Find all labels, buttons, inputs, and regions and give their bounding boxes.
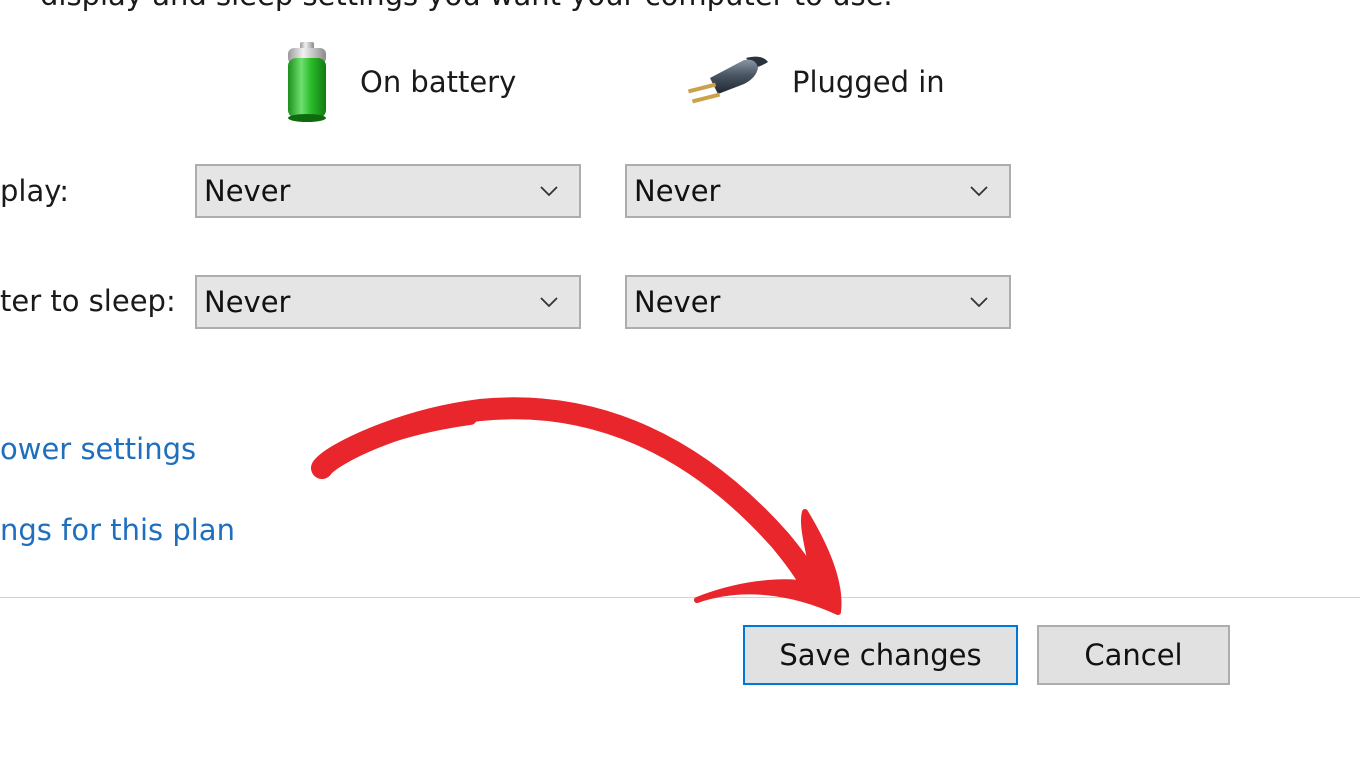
on-battery-label: On battery xyxy=(360,65,517,99)
dropdown-value: Never xyxy=(634,285,721,319)
sleep-label: ter to sleep: xyxy=(0,284,176,318)
plugged-in-label: Plugged in xyxy=(792,65,945,99)
dropdown-value: Never xyxy=(204,174,291,208)
chevron-down-icon xyxy=(970,186,988,197)
divider xyxy=(0,597,1360,598)
power-plan-settings-window: display and sleep settings you want your… xyxy=(0,0,1360,765)
chevron-down-icon xyxy=(970,297,988,308)
restore-default-settings-link[interactable]: ngs for this plan xyxy=(0,513,235,547)
cancel-button[interactable]: Cancel xyxy=(1037,625,1230,685)
dropdown-value: Never xyxy=(634,174,721,208)
plug-icon xyxy=(687,56,768,104)
display-plugged-in-dropdown[interactable]: Never xyxy=(625,164,1011,218)
battery-icon xyxy=(288,42,326,122)
sleep-plugged-in-dropdown[interactable]: Never xyxy=(625,275,1011,329)
chevron-down-icon xyxy=(540,186,558,197)
plugged-in-header: Plugged in xyxy=(684,40,945,124)
dropdown-value: Never xyxy=(204,285,291,319)
description-text: display and sleep settings you want your… xyxy=(40,0,893,12)
turn-off-display-label: play: xyxy=(0,174,70,208)
save-changes-button[interactable]: Save changes xyxy=(743,625,1018,685)
advanced-power-settings-link[interactable]: ower settings xyxy=(0,432,196,466)
chevron-down-icon xyxy=(540,297,558,308)
sleep-on-battery-dropdown[interactable]: Never xyxy=(195,275,581,329)
on-battery-header: On battery xyxy=(282,40,516,124)
display-on-battery-dropdown[interactable]: Never xyxy=(195,164,581,218)
